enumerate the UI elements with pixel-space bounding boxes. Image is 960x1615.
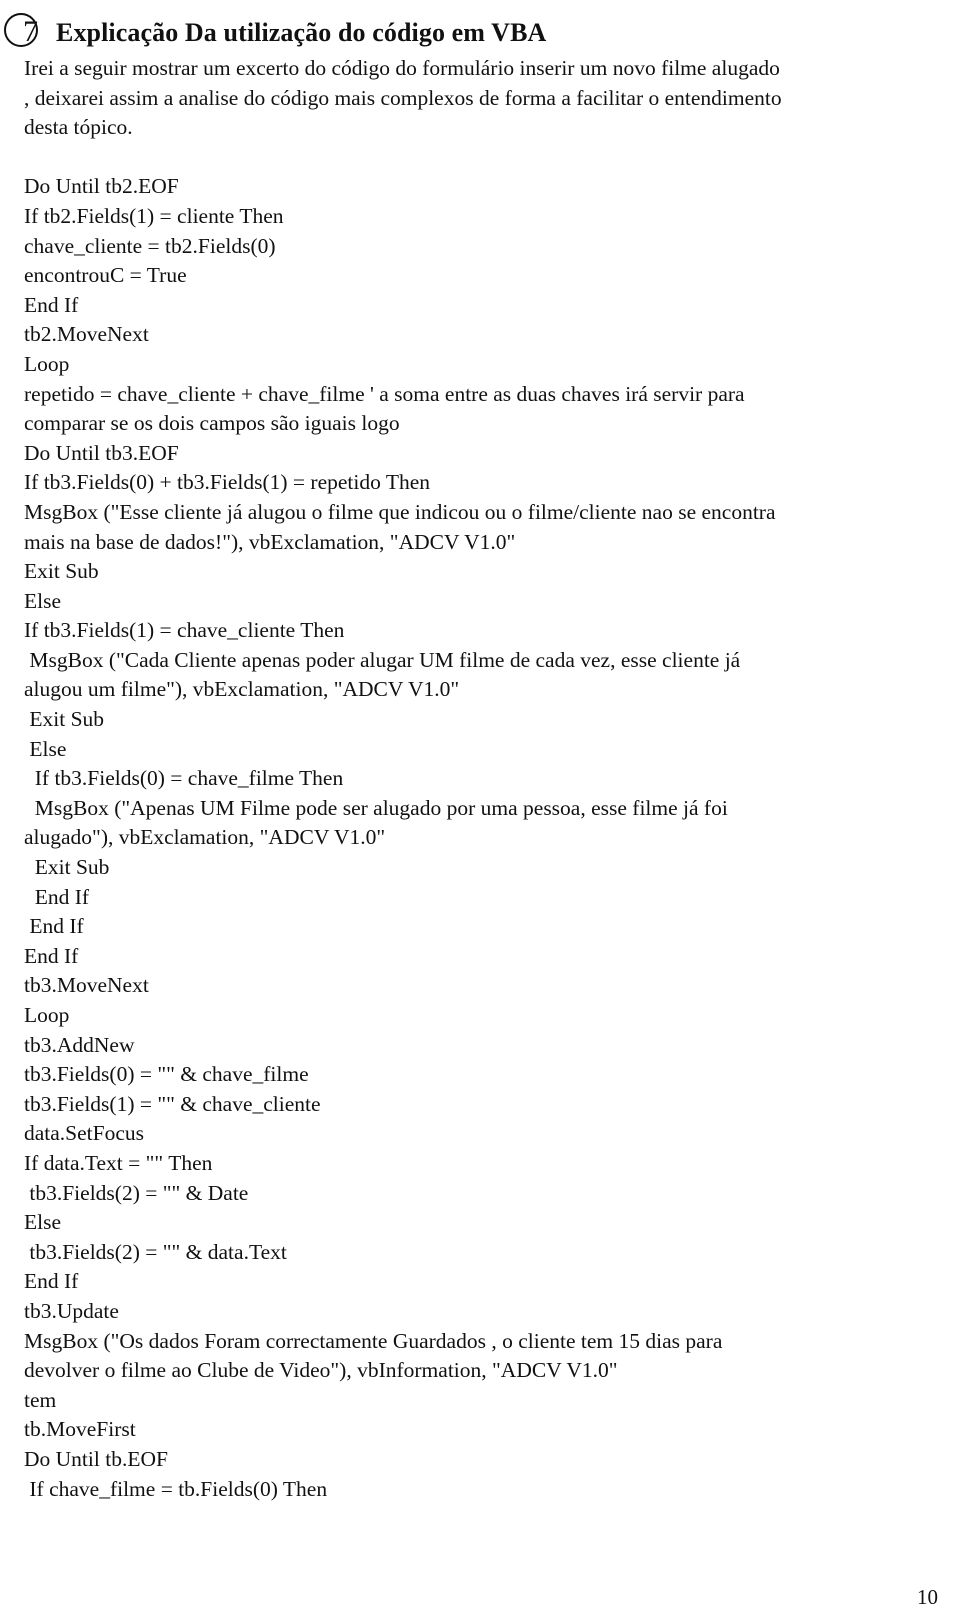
page-number: 10 [917, 1585, 938, 1609]
section-number-badge: 7 [4, 13, 38, 48]
code-line: If chave_filme = tb.Fields(0) Then [24, 1476, 328, 1501]
code-line: End If [24, 292, 79, 317]
intro-line: Irei a seguir mostrar um excerto do códi… [24, 56, 780, 80]
code-line: tb2.MoveNext [24, 322, 149, 347]
code-line: Do Until tb.EOF [24, 1446, 168, 1471]
code-line: tb3.Fields(1) = "" & chave_cliente [24, 1091, 321, 1116]
code-line: tb3.AddNew [24, 1032, 135, 1057]
code-line: comparar se os dois campos são iguais lo… [24, 411, 400, 436]
code-line: chave_cliente = tb2.Fields(0) [24, 233, 276, 258]
code-line: Else [24, 736, 67, 761]
code-listing: Do Until tb2.EOF If tb2.Fields(1) = clien… [24, 172, 944, 1504]
code-line: tb3.Fields(0) = "" & chave_filme [24, 1062, 309, 1087]
code-line: tb3.MoveNext [24, 973, 149, 998]
code-line: If tb3.Fields(0) = chave_filme Then [24, 766, 344, 791]
code-line: If data.Text = "" Then [24, 1150, 213, 1175]
code-line: devolver o filme ao Clube de Video"), vb… [24, 1358, 618, 1383]
code-line: Do Until tb2.EOF [24, 174, 179, 199]
code-line: repetido = chave_cliente + chave_filme '… [24, 381, 745, 406]
code-line: End If [24, 914, 84, 939]
code-line: tb.MoveFirst [24, 1417, 136, 1442]
code-line: Exit Sub [24, 707, 105, 732]
code-line: Else [24, 1210, 62, 1235]
document-body: Irei a seguir mostrar um excerto do códi… [24, 54, 944, 1504]
code-line: alugou um filme"), vbExclamation, "ADCV … [24, 677, 460, 702]
intro-line: desta tópico. [24, 115, 133, 140]
code-line: tb3.Fields(2) = "" & Date [24, 1180, 249, 1205]
section-heading: 7 Explicação Da utilização do código em … [4, 10, 546, 50]
code-line: MsgBox ("Apenas UM Filme pode ser alugad… [24, 795, 728, 820]
code-line: Do Until tb3.EOF [24, 440, 179, 465]
code-line: Else [24, 588, 62, 613]
code-line: End If [24, 884, 90, 909]
code-line: End If [24, 1269, 79, 1294]
code-line: If tb3.Fields(1) = chave_cliente Then [24, 618, 345, 643]
code-line: MsgBox ("Os dados Foram correctamente Gu… [24, 1328, 723, 1353]
code-line: If tb3.Fields(0) + tb3.Fields(1) = repet… [24, 470, 431, 495]
code-line: Exit Sub [24, 855, 110, 880]
code-line: Loop [24, 1003, 70, 1027]
code-line: Exit Sub [24, 559, 99, 584]
code-line: MsgBox ("Esse cliente já alugou o filme … [24, 499, 776, 524]
code-line: alugado"), vbExclamation, "ADCV V1.0" [24, 825, 386, 850]
code-line: If tb2.Fields(1) = cliente Then [24, 203, 284, 228]
code-line: tb3.Update [24, 1298, 119, 1323]
code-line: tb3.Fields(2) = "" & data.Text [24, 1239, 287, 1264]
intro-line: , deixarei assim a analise do código mai… [24, 85, 782, 110]
intro-paragraph: Irei a seguir mostrar um excerto do códi… [24, 54, 944, 143]
section-number: 7 [23, 15, 38, 48]
code-line: encontrouC = True [24, 263, 187, 288]
code-line: End If [24, 943, 79, 968]
code-line: Loop [24, 351, 70, 376]
code-line: data.SetFocus [24, 1121, 145, 1146]
code-line: tem [24, 1387, 57, 1412]
section-title: Explicação Da utilização do código em VB… [56, 18, 547, 47]
code-line: MsgBox ("Cada Cliente apenas poder aluga… [24, 647, 741, 672]
code-line: mais na base de dados!"), vbExclamation,… [24, 529, 516, 554]
